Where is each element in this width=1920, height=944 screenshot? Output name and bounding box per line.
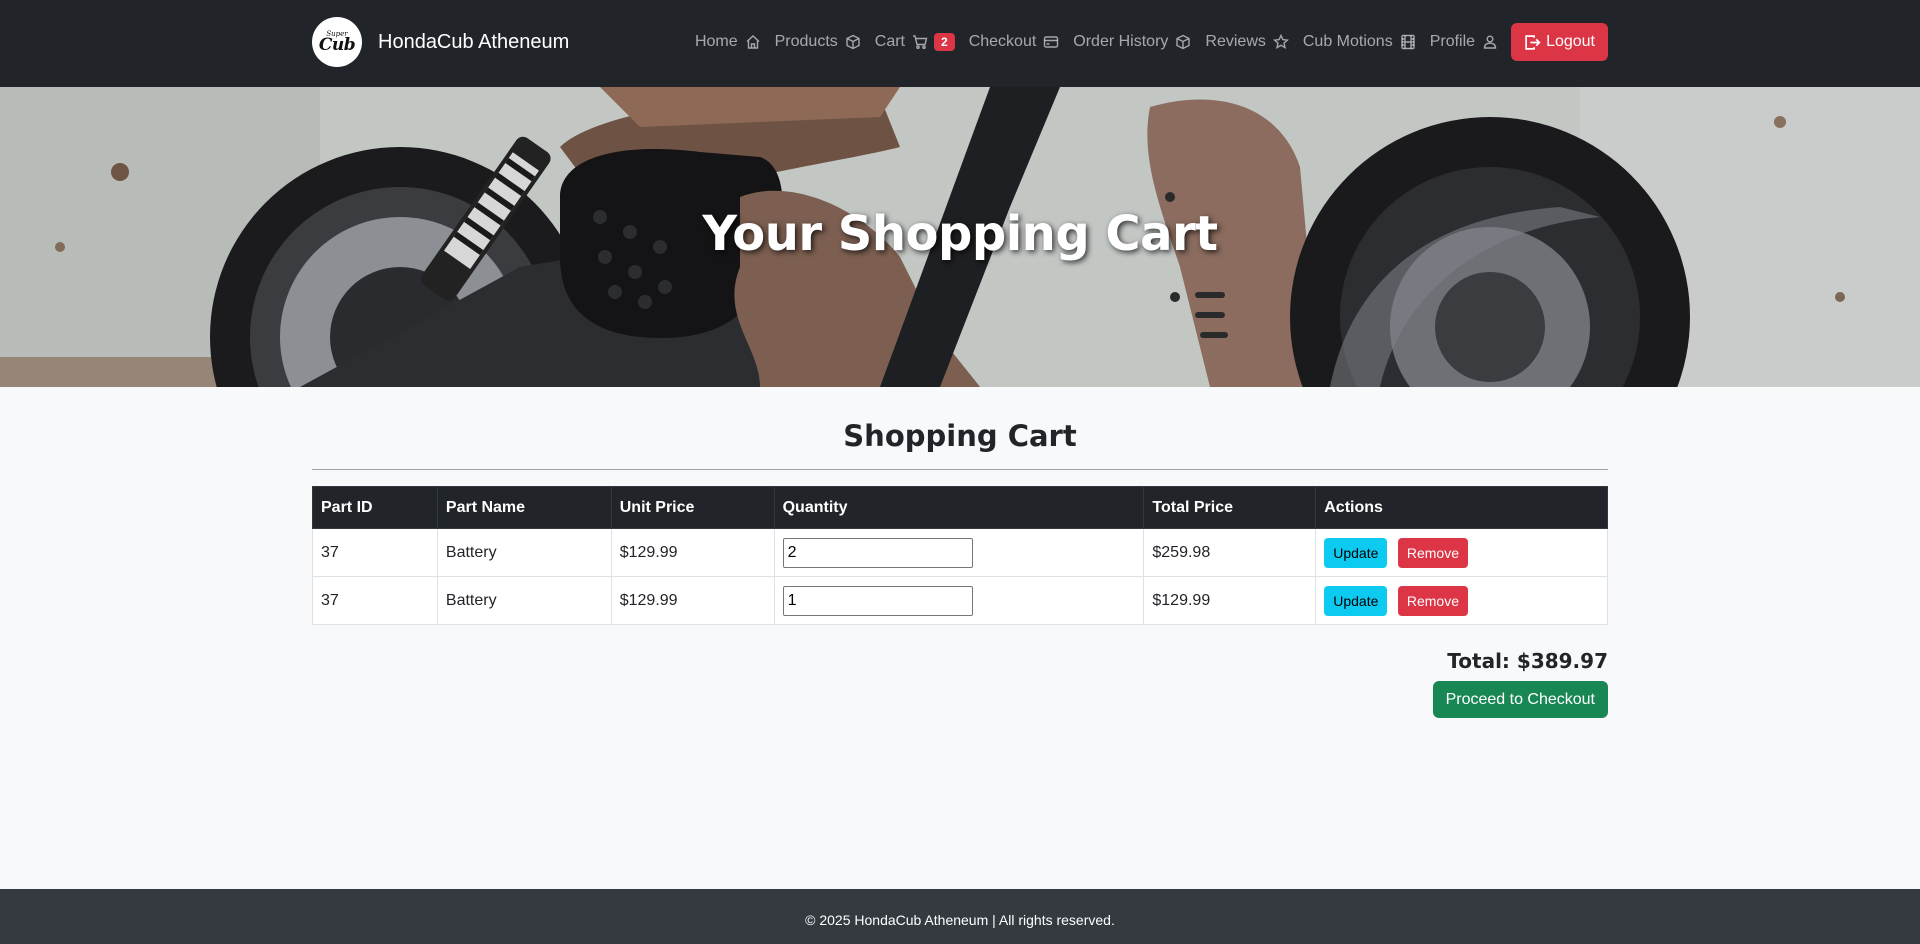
- main-nav: Home Products Cart 2 Checkout Order Hist…: [688, 23, 1608, 61]
- actions-cell: Update Remove: [1315, 528, 1608, 577]
- nav-profile[interactable]: Profile: [1423, 23, 1505, 61]
- column-header-total-price: Total Price: [1143, 486, 1317, 529]
- nav-home[interactable]: Home: [688, 23, 768, 61]
- footer-copyright: © 2025 HondaCub Atheneum | All rights re…: [805, 912, 1115, 928]
- quantity-input[interactable]: [782, 585, 973, 616]
- nav-cub-motions[interactable]: Cub Motions: [1296, 23, 1423, 61]
- nav-order-history[interactable]: Order History: [1066, 23, 1198, 61]
- credit-card-icon: [1043, 34, 1059, 50]
- cart-table: Part ID Part Name Unit Price Quantity To…: [312, 486, 1608, 625]
- unit-price-cell: $129.99: [610, 528, 775, 577]
- nav-cart-label: Cart: [874, 33, 905, 50]
- brand-link[interactable]: Super Cub HondaCub Atheneum: [312, 17, 569, 67]
- update-button[interactable]: Update: [1324, 585, 1388, 616]
- nav-reviews-label: Reviews: [1205, 33, 1266, 50]
- column-header-quantity: Quantity: [773, 486, 1145, 529]
- remove-button[interactable]: Remove: [1397, 585, 1468, 616]
- proceed-to-checkout-button[interactable]: Proceed to Checkout: [1432, 681, 1608, 718]
- logout-label: Logout: [1546, 33, 1595, 50]
- part-id-cell: 37: [312, 576, 438, 625]
- nav-profile-label: Profile: [1429, 33, 1476, 50]
- checkout-container: Proceed to Checkout: [312, 681, 1608, 718]
- person-icon: [1482, 34, 1498, 50]
- table-row: 37 Battery $129.99 $259.98 Update Remove: [312, 528, 1608, 577]
- house-icon: [745, 34, 761, 50]
- nav-products-label: Products: [774, 33, 838, 50]
- hero-title: Your Shopping Cart: [702, 206, 1218, 262]
- remove-button[interactable]: Remove: [1397, 537, 1468, 568]
- total-price-cell: $259.98: [1143, 528, 1317, 577]
- nav-order-history-label: Order History: [1073, 33, 1169, 50]
- star-icon: [1272, 34, 1289, 50]
- nav-cub-motions-label: Cub Motions: [1302, 33, 1393, 50]
- nav-products[interactable]: Products: [768, 23, 868, 61]
- logout-button[interactable]: Logout: [1511, 23, 1608, 61]
- part-name-cell: Battery: [436, 576, 612, 625]
- cart-icon: [912, 34, 928, 50]
- nav-reviews[interactable]: Reviews: [1198, 23, 1295, 61]
- cart-count-badge: 2: [934, 33, 955, 51]
- column-header-part-name: Part Name: [436, 486, 612, 529]
- table-header-row: Part ID Part Name Unit Price Quantity To…: [312, 486, 1608, 529]
- quantity-cell: [773, 576, 1145, 625]
- actions-cell: Update Remove: [1315, 576, 1608, 625]
- total-price-cell: $129.99: [1143, 576, 1317, 625]
- table-row: 37 Battery $129.99 $129.99 Update Remove: [312, 576, 1608, 625]
- part-id-cell: 37: [312, 528, 438, 577]
- logo-big-text: Cub: [318, 35, 356, 55]
- nav-checkout-label: Checkout: [968, 33, 1037, 50]
- box-icon: [1175, 34, 1191, 50]
- super-cub-logo: Super Cub: [312, 17, 362, 67]
- cart-total: Total: $389.97: [1447, 649, 1608, 673]
- nav-cart[interactable]: Cart 2: [868, 23, 962, 61]
- part-name-cell: Battery: [436, 528, 612, 577]
- nav-checkout[interactable]: Checkout: [962, 23, 1067, 61]
- footer: © 2025 HondaCub Atheneum | All rights re…: [0, 889, 1920, 944]
- cart-section: Shopping Cart Part ID Part Name Unit Pri…: [312, 387, 1608, 718]
- unit-price-cell: $129.99: [610, 576, 775, 625]
- divider: [312, 469, 1608, 470]
- column-header-part-id: Part ID: [312, 486, 438, 529]
- hero-banner: Your Shopping Cart: [0, 87, 1920, 387]
- navbar: Super Cub HondaCub Atheneum Home Product…: [0, 0, 1920, 87]
- column-header-actions: Actions: [1315, 486, 1608, 529]
- column-header-unit-price: Unit Price: [610, 486, 775, 529]
- brand-name: HondaCub Atheneum: [378, 30, 570, 53]
- logout-icon: [1525, 34, 1541, 50]
- update-button[interactable]: Update: [1324, 537, 1388, 568]
- section-title: Shopping Cart: [843, 419, 1077, 453]
- quantity-cell: [773, 528, 1145, 577]
- quantity-input[interactable]: [782, 537, 973, 568]
- nav-home-label: Home: [694, 33, 738, 50]
- box-icon: [845, 34, 861, 50]
- film-icon: [1400, 34, 1416, 50]
